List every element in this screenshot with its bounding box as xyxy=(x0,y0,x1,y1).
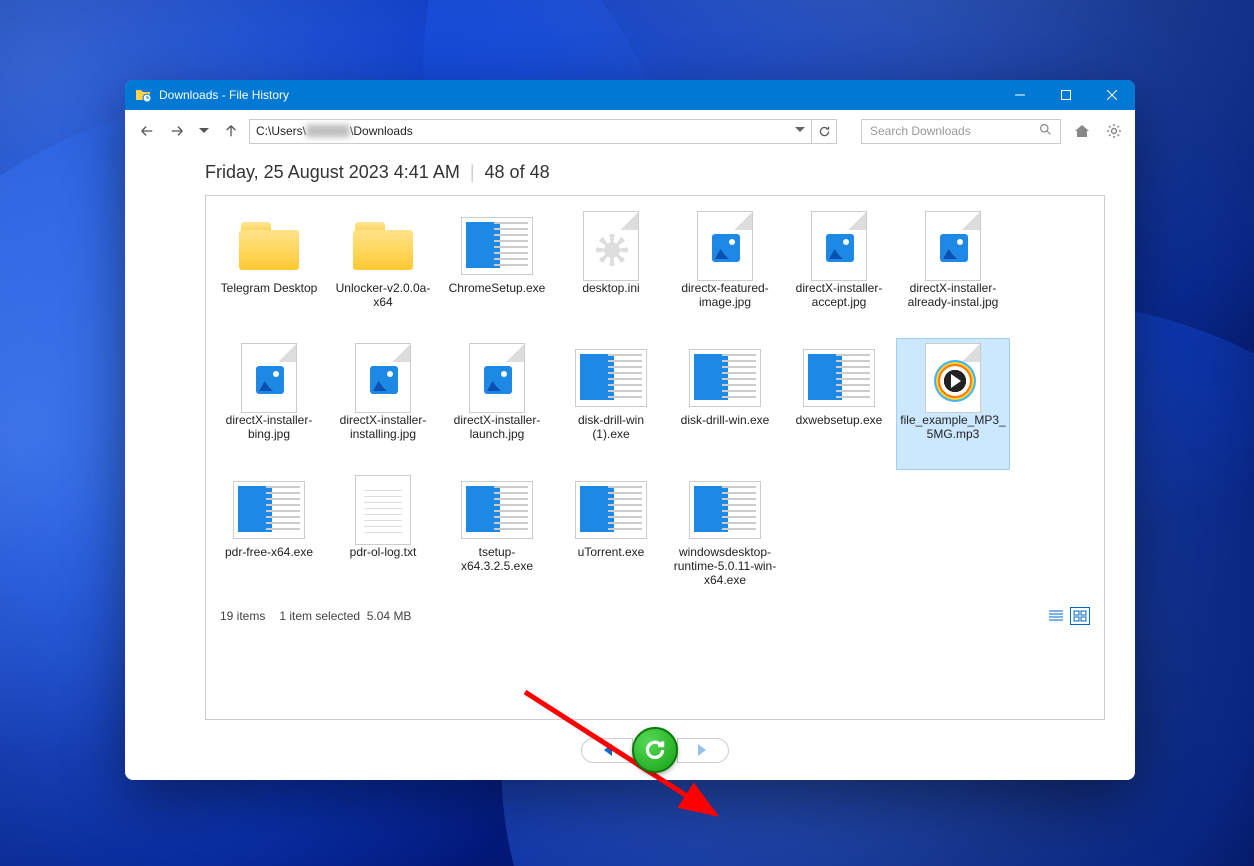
search-box[interactable] xyxy=(861,119,1061,144)
file-thumbnail xyxy=(347,215,419,277)
file-label: uTorrent.exe xyxy=(578,545,645,559)
file-label: directx-featured-image.jpg xyxy=(672,281,778,309)
file-thumbnail xyxy=(803,347,875,409)
file-thumbnail xyxy=(233,479,305,541)
file-label: file_example_MP3_5MG.mp3 xyxy=(900,413,1006,441)
back-button[interactable] xyxy=(135,119,159,143)
snapshot-header: Friday, 25 August 2023 4:41 AM | 48 of 4… xyxy=(205,162,1105,183)
home-button[interactable] xyxy=(1071,120,1093,142)
file-thumbnail xyxy=(575,347,647,409)
file-thumbnail xyxy=(803,215,875,277)
address-prefix: C:\Users\ xyxy=(256,124,306,138)
status-count: 19 items xyxy=(220,609,265,623)
file-thumbnail xyxy=(689,479,761,541)
file-item[interactable]: directX-installer-installing.jpg xyxy=(326,338,440,470)
file-label: directX-installer-already-instal.jpg xyxy=(900,281,1006,309)
file-list-panel: Telegram Desktop Unlocker-v2.0.0a-x64 Chro… xyxy=(205,195,1105,720)
file-item[interactable]: directx-featured-image.jpg xyxy=(668,206,782,338)
file-label: dxwebsetup.exe xyxy=(796,413,883,427)
address-dropdown-icon[interactable] xyxy=(795,124,805,138)
status-bar: 19 items 1 item selected 5.04 MB xyxy=(212,602,1098,628)
file-thumbnail xyxy=(461,347,533,409)
recent-locations-button[interactable] xyxy=(195,122,213,140)
navigation-controls xyxy=(205,720,1105,780)
file-label: Unlocker-v2.0.0a-x64 xyxy=(330,281,436,309)
file-item[interactable]: dxwebsetup.exe xyxy=(782,338,896,470)
file-thumbnail xyxy=(347,479,419,541)
file-item[interactable]: directX-installer-already-instal.jpg xyxy=(896,206,1010,338)
file-label: directX-installer-accept.jpg xyxy=(786,281,892,309)
snapshot-position: 48 of 48 xyxy=(485,162,550,183)
minimize-button[interactable] xyxy=(997,80,1043,110)
snapshot-datetime: Friday, 25 August 2023 4:41 AM xyxy=(205,162,460,183)
window-title: Downloads - File History xyxy=(159,88,997,102)
file-item[interactable]: disk-drill-win.exe xyxy=(668,338,782,470)
file-thumbnail xyxy=(347,347,419,409)
file-label: desktop.ini xyxy=(582,281,639,295)
file-thumbnail xyxy=(689,347,761,409)
app-icon xyxy=(135,87,151,103)
file-item[interactable]: Unlocker-v2.0.0a-x64 xyxy=(326,206,440,338)
file-item[interactable]: directX-installer-bing.jpg xyxy=(212,338,326,470)
search-input[interactable] xyxy=(870,124,1039,138)
close-button[interactable] xyxy=(1089,80,1135,110)
file-item[interactable]: directX-installer-launch.jpg xyxy=(440,338,554,470)
file-item[interactable]: Telegram Desktop xyxy=(212,206,326,338)
file-label: pdr-free-x64.exe xyxy=(225,545,313,559)
file-item[interactable]: disk-drill-win (1).exe xyxy=(554,338,668,470)
file-item[interactable]: pdr-ol-log.txt xyxy=(326,470,440,602)
file-thumbnail xyxy=(917,215,989,277)
file-thumbnail xyxy=(575,215,647,277)
file-item[interactable]: uTorrent.exe xyxy=(554,470,668,602)
file-label: directX-installer-installing.jpg xyxy=(330,413,436,441)
file-item[interactable]: windowsdesktop-runtime-5.0.11-win-x64.ex… xyxy=(668,470,782,602)
file-item[interactable]: file_example_MP3_5MG.mp3 xyxy=(896,338,1010,470)
view-details-button[interactable] xyxy=(1046,607,1066,625)
refresh-button[interactable] xyxy=(812,119,837,144)
file-thumbnail xyxy=(689,215,761,277)
file-item[interactable]: pdr-free-x64.exe xyxy=(212,470,326,602)
file-label: disk-drill-win (1).exe xyxy=(558,413,664,441)
file-label: disk-drill-win.exe xyxy=(681,413,770,427)
settings-gear-icon[interactable] xyxy=(1103,120,1125,142)
file-thumbnail xyxy=(575,479,647,541)
up-button[interactable] xyxy=(219,119,243,143)
file-item[interactable]: tsetup-x64.3.2.5.exe xyxy=(440,470,554,602)
file-label: windowsdesktop-runtime-5.0.11-win-x64.ex… xyxy=(672,545,778,587)
restore-button[interactable] xyxy=(632,727,678,773)
view-icons-button[interactable] xyxy=(1070,607,1090,625)
forward-button[interactable] xyxy=(165,119,189,143)
file-item[interactable]: directX-installer-accept.jpg xyxy=(782,206,896,338)
file-grid[interactable]: Telegram Desktop Unlocker-v2.0.0a-x64 Chro… xyxy=(212,206,1098,602)
file-label: directX-installer-launch.jpg xyxy=(444,413,550,441)
file-label: pdr-ol-log.txt xyxy=(350,545,417,559)
toolbar: C:\Users\XXXXX\Downloads xyxy=(125,110,1135,152)
file-label: ChromeSetup.exe xyxy=(449,281,546,295)
next-version-button[interactable] xyxy=(677,738,729,763)
file-label: tsetup-x64.3.2.5.exe xyxy=(444,545,550,573)
previous-version-button[interactable] xyxy=(581,738,633,763)
address-redacted: XXXXX xyxy=(306,124,350,138)
titlebar[interactable]: Downloads - File History xyxy=(125,80,1135,110)
file-thumbnail xyxy=(233,347,305,409)
file-label: Telegram Desktop xyxy=(221,281,318,295)
status-selection: 1 item selected 5.04 MB xyxy=(279,609,411,623)
desktop-background: Downloads - File History C:\Users\XXXXX\… xyxy=(0,0,1254,866)
file-thumbnail xyxy=(461,215,533,277)
file-history-window: Downloads - File History C:\Users\XXXXX\… xyxy=(125,80,1135,780)
scroll-left-area[interactable] xyxy=(125,152,175,780)
maximize-button[interactable] xyxy=(1043,80,1089,110)
address-suffix: \Downloads xyxy=(350,124,413,138)
search-icon[interactable] xyxy=(1039,123,1052,139)
address-bar[interactable]: C:\Users\XXXXX\Downloads xyxy=(249,119,812,144)
file-thumbnail xyxy=(233,215,305,277)
file-thumbnail xyxy=(461,479,533,541)
file-item[interactable]: ChromeSetup.exe xyxy=(440,206,554,338)
file-thumbnail xyxy=(917,347,989,409)
file-label: directX-installer-bing.jpg xyxy=(216,413,322,441)
file-item[interactable]: desktop.ini xyxy=(554,206,668,338)
